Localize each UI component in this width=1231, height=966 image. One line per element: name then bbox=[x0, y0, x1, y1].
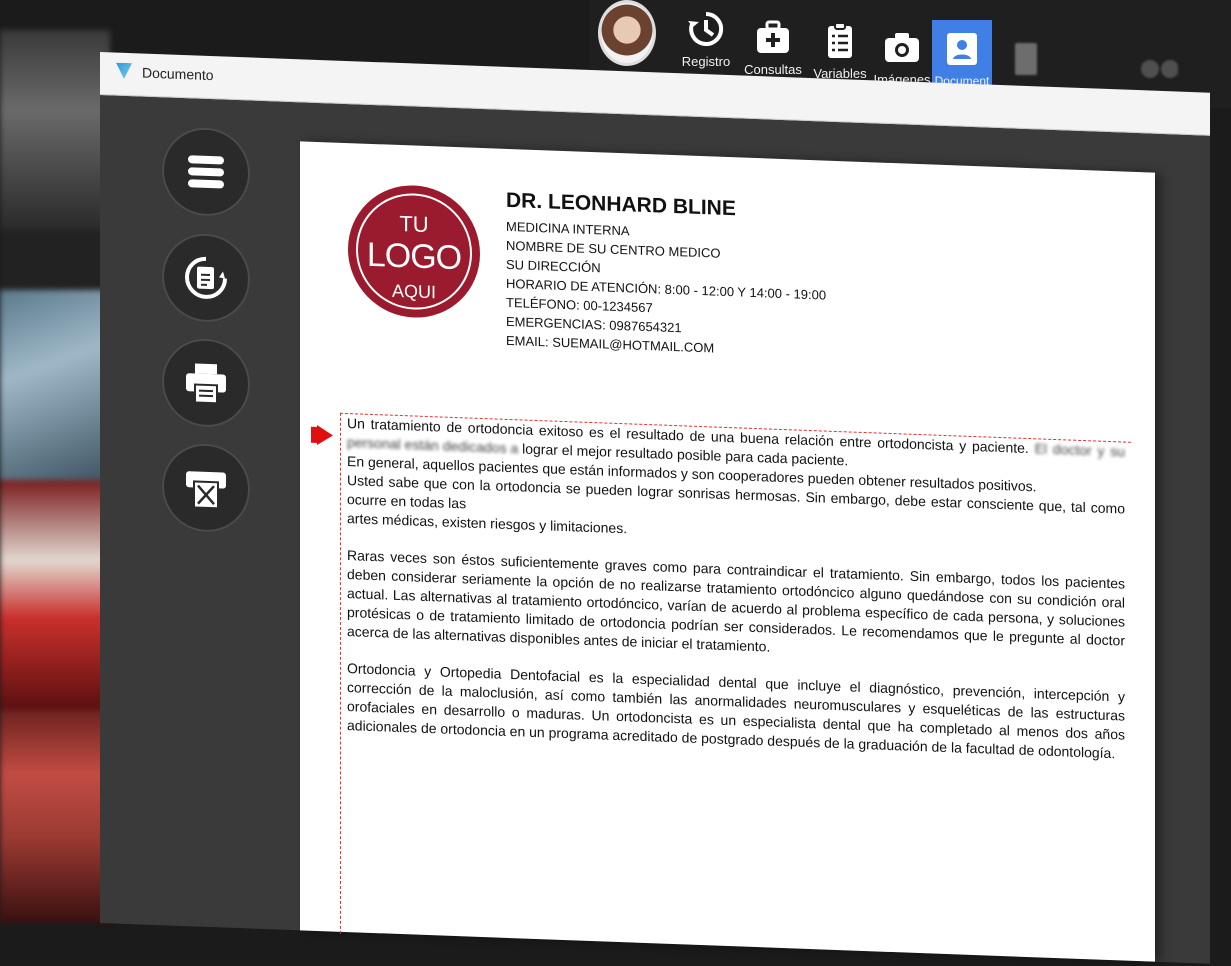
user-avatar[interactable] bbox=[598, 0, 656, 66]
logo-placeholder: TU LOGO AQUI bbox=[348, 183, 480, 320]
background-photo-strip bbox=[0, 30, 110, 923]
editable-text-area[interactable]: Un tratamiento de ortodoncia exitoso es … bbox=[317, 412, 1131, 963]
menu-button[interactable] bbox=[162, 126, 250, 218]
printer-cancel-icon bbox=[186, 471, 226, 510]
reload-document-button[interactable] bbox=[162, 232, 250, 324]
print-cancel-button[interactable] bbox=[162, 442, 250, 534]
cursor-marker bbox=[317, 424, 333, 446]
document-user-icon bbox=[947, 33, 977, 65]
window-title: Documento bbox=[142, 64, 214, 84]
document-window: Documento TU LOGO AQUI DR. LEONHARD BLIN… bbox=[100, 52, 1210, 964]
camera-icon bbox=[885, 33, 919, 62]
paragraph-1: Un tratamiento de ortodoncia exitoso es … bbox=[347, 415, 1126, 537]
print-button[interactable] bbox=[162, 337, 250, 429]
app-icon bbox=[116, 63, 132, 80]
menu-icon bbox=[188, 155, 224, 189]
clipboard-list-icon bbox=[828, 22, 852, 58]
history-icon bbox=[688, 11, 724, 46]
nav-label: Registro bbox=[681, 54, 731, 69]
printer-icon bbox=[186, 363, 226, 405]
nav-label: Consultas bbox=[744, 62, 802, 77]
paragraph-3: Ortodoncia y Ortopedia Dentofacial es la… bbox=[347, 660, 1125, 762]
medical-bag-icon bbox=[757, 20, 789, 53]
settings-icon bbox=[1141, 60, 1178, 78]
document-page[interactable]: TU LOGO AQUI DR. LEONHARD BLINE MEDICINA… bbox=[300, 141, 1155, 963]
document-refresh-icon bbox=[185, 256, 227, 299]
document-header: DR. LEONHARD BLINE MEDICINA INTERNA NOMB… bbox=[506, 189, 826, 362]
paragraph-2: Raras veces son éstos suficientemente gr… bbox=[347, 547, 1125, 655]
document-icon bbox=[1015, 43, 1037, 75]
